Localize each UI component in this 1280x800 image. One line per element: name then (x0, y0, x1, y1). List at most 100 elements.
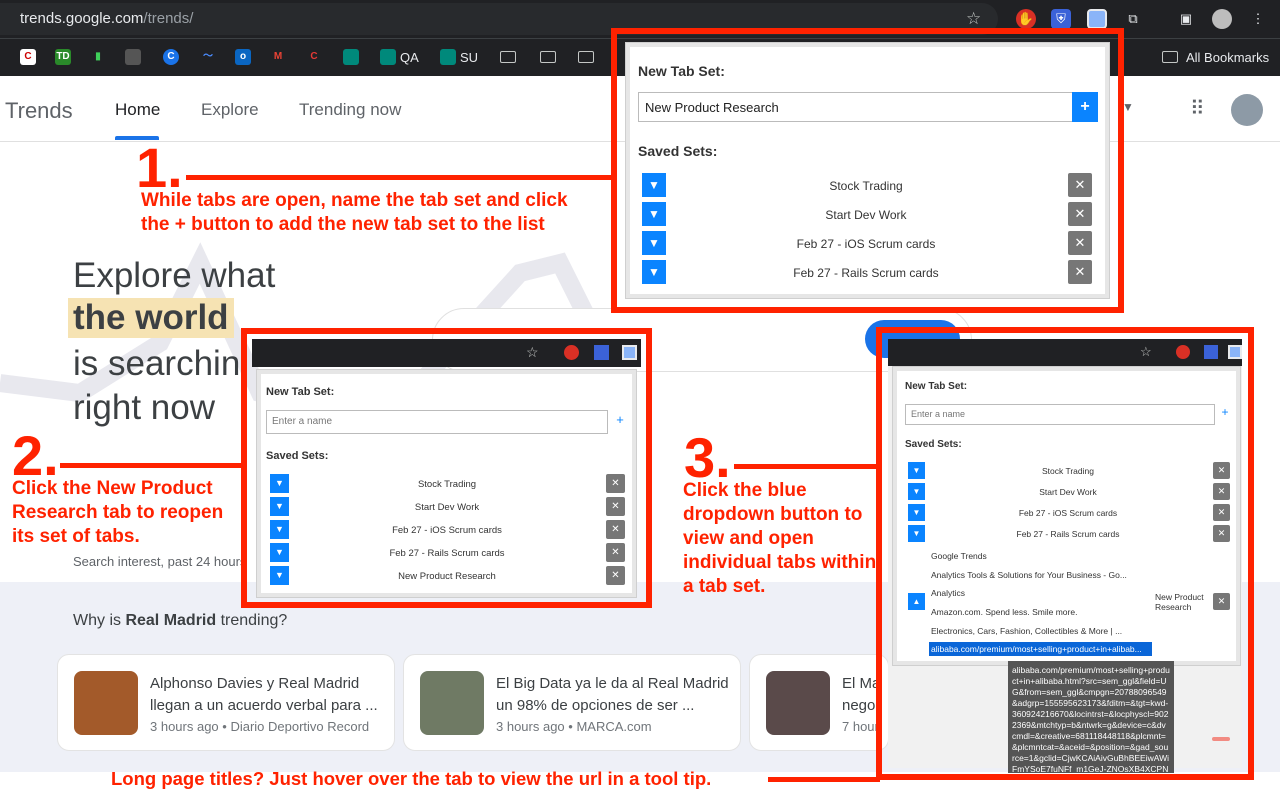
folder-icon[interactable] (540, 51, 556, 63)
saved-set-name[interactable]: Start Dev Work (933, 487, 1203, 497)
bookmark-red-c-icon[interactable]: C (306, 49, 322, 65)
tab-link[interactable]: Analytics Tools & Solutions for Your Bus… (931, 570, 1151, 580)
tab-link-highlighted[interactable]: alibaba.com/premium/most+selling+product… (929, 642, 1152, 656)
user-avatar[interactable] (1231, 94, 1263, 126)
news-card[interactable]: Alphonso Davies y Real Madrid llegan a u… (57, 654, 395, 751)
saved-set-name[interactable]: Start Dev Work (676, 208, 1056, 222)
expand-set-button[interactable]: ▼ (642, 260, 666, 284)
news-card[interactable]: El Big Data ya le da al Real Madrid un 9… (403, 654, 741, 751)
add-tab-set-button[interactable]: + (1219, 405, 1231, 421)
sidepanel-icon[interactable]: ▣ (1176, 9, 1196, 29)
tab-set-name-input[interactable]: Enter a name (266, 410, 608, 434)
delete-set-button[interactable]: ✕ (606, 543, 625, 562)
expand-set-button[interactable]: ▼ (642, 231, 666, 255)
all-bookmarks[interactable]: All Bookmarks (1186, 50, 1269, 65)
tab-link[interactable]: Amazon.com. Spend less. Smile more. (931, 607, 1151, 617)
step-3-number: 3. (684, 426, 731, 489)
star-icon: ☆ (1140, 344, 1152, 359)
all-bookmarks-folder-icon[interactable] (1162, 51, 1178, 63)
expand-set-button[interactable]: ▼ (642, 202, 666, 226)
menu-icon[interactable]: ⋮ (1248, 9, 1268, 29)
bookmark-chart-icon[interactable]: ▮ (90, 49, 106, 65)
bookmark-circle-icon[interactable]: C (163, 49, 179, 65)
saved-set-name[interactable]: New Product Research (297, 571, 597, 582)
expand-set-button[interactable]: ▼ (908, 483, 925, 500)
bookmark-c-icon[interactable]: C (20, 49, 36, 65)
delete-set-button[interactable]: ✕ (1213, 593, 1230, 610)
delete-set-button[interactable]: ✕ (1068, 202, 1092, 226)
tab-home[interactable]: Home (115, 100, 160, 120)
saved-set-name[interactable]: Start Dev Work (297, 502, 597, 513)
saved-set-name[interactable]: Stock Trading (297, 479, 597, 490)
tab-set-name-input[interactable]: Enter a name (905, 404, 1215, 425)
gmail-icon[interactable]: M (270, 49, 286, 65)
bookmark-page-icon[interactable] (125, 49, 141, 65)
collapse-set-button[interactable]: ▲ (908, 593, 925, 610)
news-card[interactable]: El Ma nego 7 hour (749, 654, 889, 751)
expand-set-button[interactable]: ▼ (908, 504, 925, 521)
delete-set-button[interactable]: ✕ (1213, 525, 1230, 542)
bookmark-su[interactable]: SU (460, 50, 478, 65)
tab-trending-now[interactable]: Trending now (299, 100, 401, 120)
folder-icon[interactable] (500, 51, 516, 63)
delete-set-button[interactable]: ✕ (606, 566, 625, 585)
bookmark-wave-icon[interactable]: 〜 (200, 49, 216, 65)
star-icon[interactable]: ☆ (966, 9, 981, 29)
delete-set-button[interactable]: ✕ (1068, 260, 1092, 284)
tab-explore[interactable]: Explore (201, 100, 259, 120)
delete-set-button[interactable]: ✕ (1213, 483, 1230, 500)
saved-set-name[interactable]: Stock Trading (676, 179, 1056, 193)
popup-3-page-accent (1212, 737, 1230, 741)
tab-link[interactable]: Google Trends (931, 551, 1151, 561)
news-title[interactable]: El Big Data ya le da al Real Madrid un 9… (496, 673, 736, 717)
shield-extension-icon[interactable]: ⛨ (1051, 9, 1071, 29)
add-tab-set-button[interactable]: + (1072, 92, 1098, 122)
expand-set-button[interactable]: ▼ (270, 474, 289, 493)
delete-set-button[interactable]: ✕ (1213, 504, 1230, 521)
saved-set-name[interactable]: Feb 27 - Rails Scrum cards (933, 529, 1203, 539)
delete-set-button[interactable]: ✕ (1068, 173, 1092, 197)
expand-set-button[interactable]: ▼ (642, 173, 666, 197)
apps-grid-icon[interactable]: ⠿ (1190, 96, 1205, 121)
expand-set-button[interactable]: ▼ (270, 543, 289, 562)
expand-set-button[interactable]: ▼ (908, 462, 925, 479)
trends-logo[interactable]: Trends (5, 98, 73, 124)
url-text[interactable]: trends.google.com/trends/ (20, 10, 193, 27)
add-tab-set-button[interactable]: + (613, 412, 627, 430)
bookmark-td-icon[interactable]: TD (55, 49, 71, 65)
folder-icon[interactable] (578, 51, 594, 63)
news-title[interactable]: Alphonso Davies y Real Madrid llegan a u… (150, 673, 390, 717)
saved-set-name[interactable]: Feb 27 - iOS Scrum cards (933, 508, 1203, 518)
tabsets-extension-icon[interactable] (1087, 9, 1107, 29)
meet-icon[interactable] (343, 49, 359, 65)
saved-set-name[interactable]: Stock Trading (933, 466, 1203, 476)
saved-set-name[interactable]: Feb 27 - iOS Scrum cards (297, 525, 597, 536)
tab-link[interactable]: Analytics (931, 588, 1151, 598)
stop-extension-icon[interactable]: ✋ (1016, 9, 1036, 29)
bookmark-outlook-icon[interactable]: o (235, 49, 251, 65)
delete-set-button[interactable]: ✕ (606, 474, 625, 493)
expand-set-button[interactable]: ▼ (270, 497, 289, 516)
tabset-popup-1: New Tab Set: New Product Research + Save… (625, 42, 1110, 299)
delete-set-button[interactable]: ✕ (606, 520, 625, 539)
expand-set-button[interactable]: ▼ (270, 520, 289, 539)
tab-set-name-input[interactable]: New Product Research (638, 92, 1073, 122)
saved-set-name[interactable]: Feb 27 - Rails Scrum cards (676, 266, 1056, 280)
step-2-pointer (60, 463, 246, 468)
expand-set-button[interactable]: ▼ (270, 566, 289, 585)
hero-line-2: the world (68, 298, 234, 338)
expanded-set-name[interactable]: New Product Research (1155, 592, 1211, 612)
meet-qa-icon[interactable] (380, 49, 396, 65)
delete-set-button[interactable]: ✕ (606, 497, 625, 516)
delete-set-button[interactable]: ✕ (1213, 462, 1230, 479)
delete-set-button[interactable]: ✕ (1068, 231, 1092, 255)
expand-set-button[interactable]: ▼ (908, 525, 925, 542)
saved-set-name[interactable]: Feb 27 - Rails Scrum cards (297, 548, 597, 559)
avatar[interactable] (1212, 9, 1232, 29)
news-meta: 7 hour (842, 719, 879, 734)
puzzle-icon[interactable]: ⧉ (1123, 9, 1143, 29)
meet-su-icon[interactable] (440, 49, 456, 65)
bookmark-qa[interactable]: QA (400, 50, 419, 65)
saved-set-name[interactable]: Feb 27 - iOS Scrum cards (676, 237, 1056, 251)
tab-link[interactable]: Electronics, Cars, Fashion, Collectibles… (931, 626, 1151, 636)
